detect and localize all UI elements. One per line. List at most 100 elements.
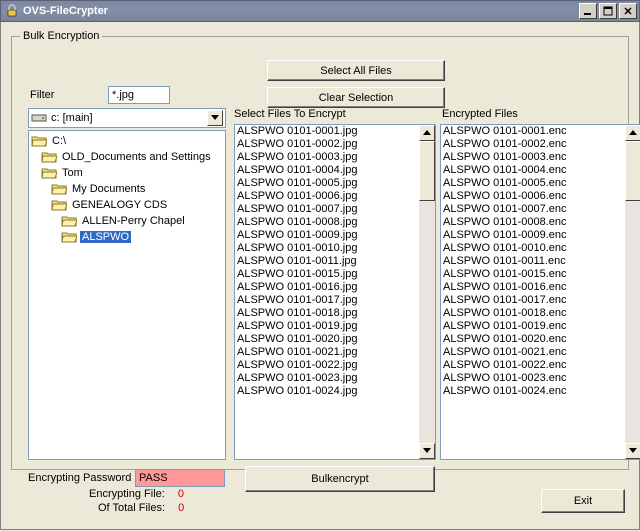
list-item[interactable]: ALSPWO 0101-0008.jpg [237,216,417,229]
list-item[interactable]: ALSPWO 0101-0005.enc [443,177,623,190]
encrypted-files-label: Encrypted Files [442,108,518,120]
bulk-encryption-group: Bulk Encryption Select All Files Clear S… [11,30,629,470]
list-item[interactable]: ALSPWO 0101-0005.jpg [237,177,417,190]
total-files-value: 0 [178,502,184,514]
list-item[interactable]: ALSPWO 0101-0006.jpg [237,190,417,203]
tree-item-label: C:\ [50,135,68,147]
list-item[interactable]: ALSPWO 0101-0019.enc [443,320,623,333]
list-item[interactable]: ALSPWO 0101-0009.jpg [237,229,417,242]
tree-item-label: GENEALOGY CDS [70,199,169,211]
tree-item[interactable]: My Documents [31,181,223,197]
password-input[interactable] [135,469,225,487]
encrypting-file-label: Encrypting File: [89,488,165,500]
list-item[interactable]: ALSPWO 0101-0019.jpg [237,320,417,333]
list-item[interactable]: ALSPWO 0101-0001.jpg [237,125,417,138]
list-item[interactable]: ALSPWO 0101-0024.jpg [237,385,417,398]
select-all-button[interactable]: Select All Files [267,60,445,81]
scroll-up-icon[interactable] [419,125,435,141]
tree-item-label: OLD_Documents and Settings [60,151,213,163]
lock-icon [5,4,19,18]
list-item[interactable]: ALSPWO 0101-0008.enc [443,216,623,229]
folder-open-icon [41,166,57,180]
list-item[interactable]: ALSPWO 0101-0021.enc [443,346,623,359]
list-item[interactable]: ALSPWO 0101-0017.enc [443,294,623,307]
folder-open-icon [51,198,67,212]
list-item[interactable]: ALSPWO 0101-0020.enc [443,333,623,346]
list-item[interactable]: ALSPWO 0101-0004.enc [443,164,623,177]
list-item[interactable]: ALSPWO 0101-0001.enc [443,125,623,138]
folder-open-icon [61,230,77,244]
maximize-button[interactable] [599,3,617,19]
list-item[interactable]: ALSPWO 0101-0015.enc [443,268,623,281]
files-to-encrypt-list[interactable]: ALSPWO 0101-0001.jpgALSPWO 0101-0002.jpg… [234,124,436,460]
titlebar: OVS-FileCrypter [0,0,640,22]
tree-item[interactable]: ALSPWO [31,229,223,245]
list-item[interactable]: ALSPWO 0101-0016.jpg [237,281,417,294]
list-item[interactable]: ALSPWO 0101-0003.jpg [237,151,417,164]
tree-item[interactable]: ALLEN-Perry Chapel [31,213,223,229]
list-item[interactable]: ALSPWO 0101-0011.jpg [237,255,417,268]
list-item[interactable]: ALSPWO 0101-0015.jpg [237,268,417,281]
list-item[interactable]: ALSPWO 0101-0006.enc [443,190,623,203]
list-item[interactable]: ALSPWO 0101-0018.enc [443,307,623,320]
list-item[interactable]: ALSPWO 0101-0022.jpg [237,359,417,372]
list-item[interactable]: ALSPWO 0101-0002.enc [443,138,623,151]
client-area: Bulk Encryption Select All Files Clear S… [0,22,640,530]
list-item[interactable]: ALSPWO 0101-0021.jpg [237,346,417,359]
list-item[interactable]: ALSPWO 0101-0020.jpg [237,333,417,346]
scroll-down-icon[interactable] [419,443,435,459]
scroll-thumb[interactable] [625,141,640,201]
chevron-down-icon[interactable] [207,110,223,126]
list-item[interactable]: ALSPWO 0101-0023.enc [443,372,623,385]
list-item[interactable]: ALSPWO 0101-0010.enc [443,242,623,255]
list-item[interactable]: ALSPWO 0101-0007.enc [443,203,623,216]
filter-label: Filter [30,89,108,101]
list-item[interactable]: ALSPWO 0101-0017.jpg [237,294,417,307]
tree-item[interactable]: OLD_Documents and Settings [31,149,223,165]
list-item[interactable]: ALSPWO 0101-0002.jpg [237,138,417,151]
list-item[interactable]: ALSPWO 0101-0004.jpg [237,164,417,177]
scrollbar[interactable] [625,125,640,459]
list-item[interactable]: ALSPWO 0101-0016.enc [443,281,623,294]
list-item[interactable]: ALSPWO 0101-0023.jpg [237,372,417,385]
list-item[interactable]: ALSPWO 0101-0009.enc [443,229,623,242]
scroll-up-icon[interactable] [625,125,640,141]
bulk-encrypt-button[interactable]: Bulkencrypt [245,466,435,492]
encrypted-files-list[interactable]: ALSPWO 0101-0001.encALSPWO 0101-0002.enc… [440,124,640,460]
list-item[interactable]: ALSPWO 0101-0018.jpg [237,307,417,320]
clear-selection-button[interactable]: Clear Selection [267,87,445,108]
tree-item[interactable]: C:\ [31,133,223,149]
tree-item[interactable]: GENEALOGY CDS [31,197,223,213]
list-item[interactable]: ALSPWO 0101-0022.enc [443,359,623,372]
window-title: OVS-FileCrypter [23,5,579,17]
drive-icon [31,112,47,124]
list-item[interactable]: ALSPWO 0101-0011.enc [443,255,623,268]
list-item[interactable]: ALSPWO 0101-0024.enc [443,385,623,398]
tree-item-label: ALLEN-Perry Chapel [80,215,187,227]
drive-combo[interactable]: c: [main] [28,108,226,128]
folder-open-icon [51,182,67,196]
folder-open-icon [41,150,57,164]
tree-item-label: Tom [60,167,85,179]
folder-tree[interactable]: C:\ OLD_Documents and Settings Tom My Docum… [28,130,226,460]
scroll-down-icon[interactable] [625,443,640,459]
tree-item[interactable]: Tom [31,165,223,181]
scrollbar[interactable] [419,125,435,459]
filter-input[interactable] [108,86,170,104]
list-item[interactable]: ALSPWO 0101-0010.jpg [237,242,417,255]
tree-item-label: ALSPWO [80,231,131,243]
minimize-button[interactable] [579,3,597,19]
scroll-thumb[interactable] [419,141,435,201]
password-label: Encrypting Password [28,472,131,484]
folder-open-icon [31,134,47,148]
list-item[interactable]: ALSPWO 0101-0003.enc [443,151,623,164]
total-files-label: Of Total Files: [98,502,165,514]
files-to-encrypt-label: Select Files To Encrypt [234,108,346,120]
close-button[interactable] [619,3,637,19]
encrypting-file-value: 0 [178,488,184,500]
exit-button[interactable]: Exit [541,489,625,513]
drive-text: c: [main] [51,112,93,124]
group-legend: Bulk Encryption [20,30,102,42]
list-item[interactable]: ALSPWO 0101-0007.jpg [237,203,417,216]
folder-open-icon [61,214,77,228]
